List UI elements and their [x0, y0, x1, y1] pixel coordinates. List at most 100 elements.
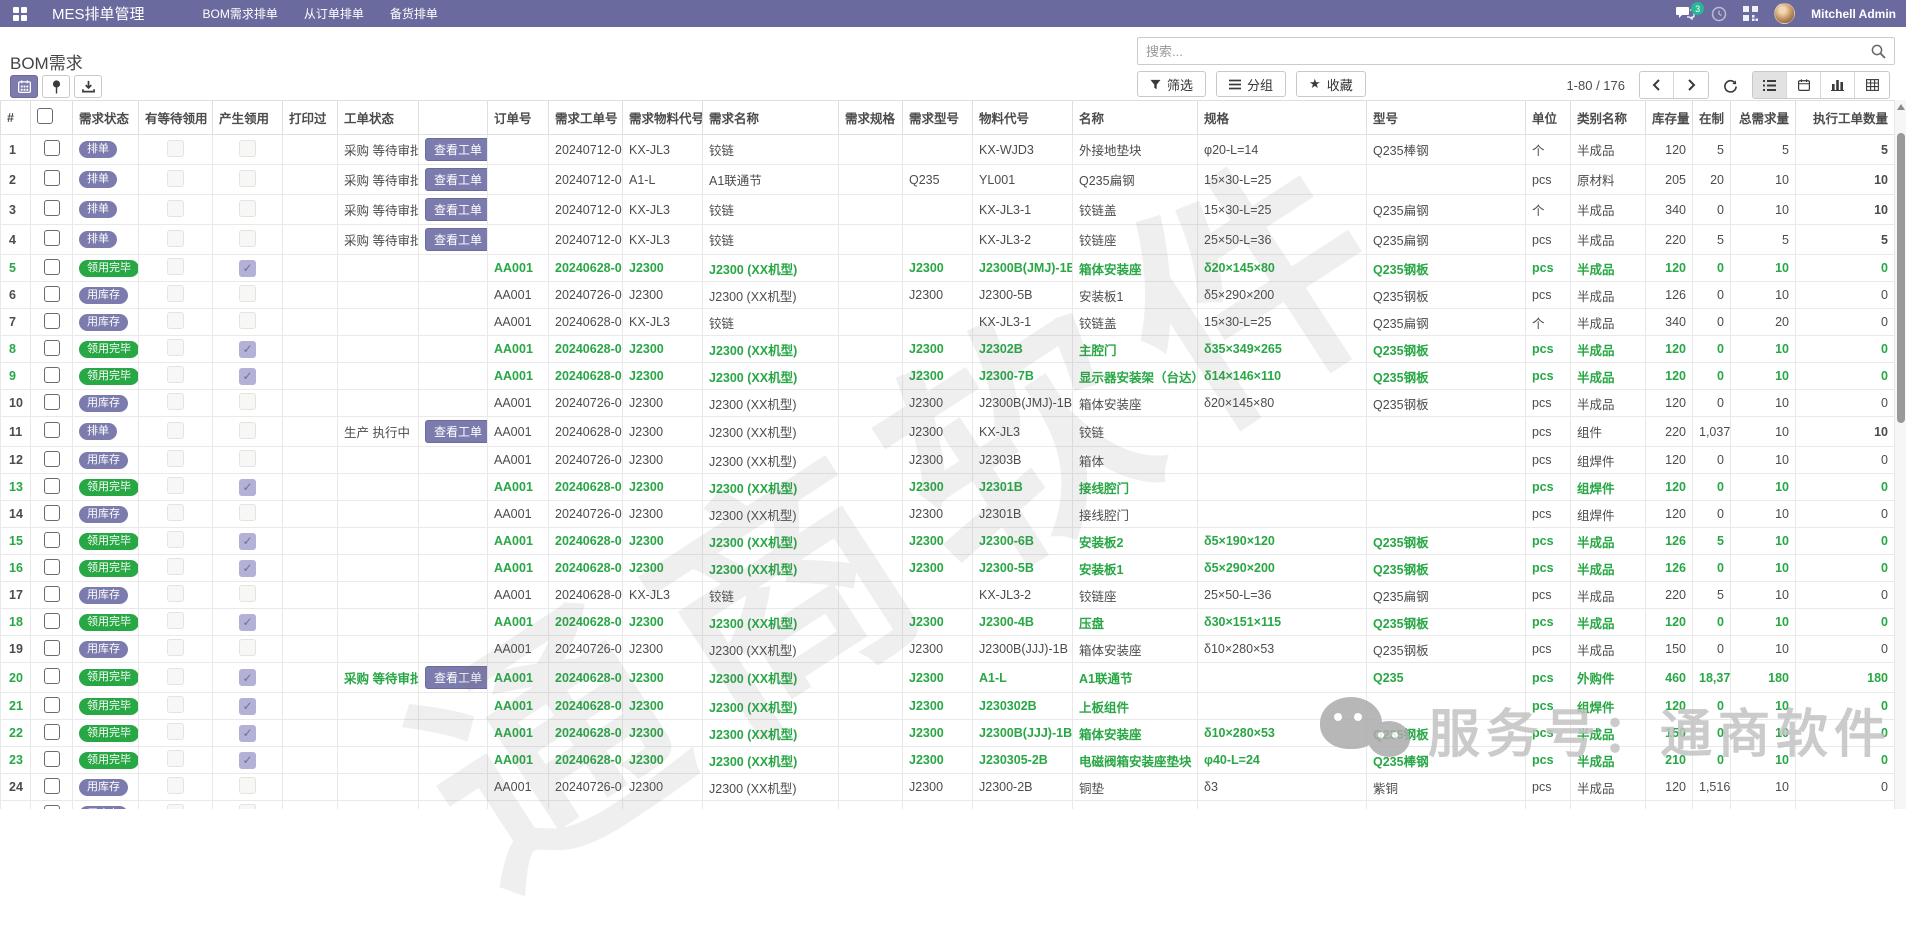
waiting-pick-checkbox[interactable]: [167, 504, 184, 521]
waiting-pick-checkbox[interactable]: [167, 200, 184, 217]
col-header-wo-status[interactable]: 工单状态: [338, 101, 419, 135]
col-header-need-spec[interactable]: 需求规格: [839, 101, 903, 135]
waiting-pick-checkbox[interactable]: [167, 639, 184, 656]
gen-pick-checkbox[interactable]: ✓: [239, 260, 256, 277]
col-header-total-demand[interactable]: 总需求量: [1731, 101, 1796, 135]
row-checkbox[interactable]: [44, 613, 60, 629]
row-checkbox[interactable]: [44, 340, 60, 356]
gen-pick-checkbox[interactable]: [239, 450, 256, 467]
search-input[interactable]: [1138, 44, 1871, 59]
qr-menu-button[interactable]: [1743, 6, 1758, 21]
row-checkbox[interactable]: [44, 367, 60, 383]
col-header-need-model[interactable]: 需求型号: [903, 101, 973, 135]
col-header-category[interactable]: 类别名称: [1571, 101, 1646, 135]
col-header-unit[interactable]: 单位: [1526, 101, 1571, 135]
waiting-pick-checkbox[interactable]: [167, 230, 184, 247]
gen-pick-checkbox[interactable]: ✓: [239, 341, 256, 358]
col-header-view-wo[interactable]: [419, 101, 488, 135]
pin-button[interactable]: [42, 75, 70, 98]
vertical-scrollbar[interactable]: [1894, 100, 1906, 809]
row-checkbox[interactable]: [44, 805, 60, 810]
pivot-view-button[interactable]: [1855, 72, 1889, 98]
view-workorder-button[interactable]: 查看工单: [425, 138, 488, 161]
waiting-pick-checkbox[interactable]: [167, 258, 184, 275]
view-workorder-button[interactable]: 查看工单: [425, 168, 488, 191]
gen-pick-checkbox[interactable]: ✓: [239, 669, 256, 686]
col-header-name[interactable]: 名称: [1073, 101, 1198, 135]
gen-pick-checkbox[interactable]: [239, 393, 256, 410]
waiting-pick-checkbox[interactable]: [167, 140, 184, 157]
filter-button[interactable]: 筛选: [1137, 71, 1206, 97]
waiting-pick-checkbox[interactable]: [167, 312, 184, 329]
view-workorder-button[interactable]: 查看工单: [425, 228, 488, 251]
gen-pick-checkbox[interactable]: [239, 804, 256, 809]
gen-pick-checkbox[interactable]: [239, 230, 256, 247]
user-menu[interactable]: [1774, 3, 1795, 24]
apps-grid-icon[interactable]: [0, 0, 40, 27]
row-checkbox[interactable]: [44, 286, 60, 302]
row-checkbox[interactable]: [44, 505, 60, 521]
row-checkbox[interactable]: [44, 200, 60, 216]
waiting-pick-checkbox[interactable]: [167, 777, 184, 794]
scrollbar-thumb[interactable]: [1897, 133, 1905, 423]
row-checkbox[interactable]: [44, 640, 60, 656]
waiting-pick-checkbox[interactable]: [167, 422, 184, 439]
col-header-exec-wo-qty[interactable]: 执行工单数量: [1796, 101, 1895, 135]
waiting-pick-checkbox[interactable]: [167, 285, 184, 302]
menu-item-bom[interactable]: BOM需求排单: [203, 5, 278, 22]
refresh-button[interactable]: [1723, 78, 1738, 93]
search-icon[interactable]: [1871, 44, 1886, 59]
col-header-index[interactable]: #: [1, 101, 31, 135]
row-checkbox[interactable]: [44, 697, 60, 713]
row-checkbox[interactable]: [44, 724, 60, 740]
col-header-select[interactable]: [31, 101, 73, 135]
col-header-has-waiting-pick[interactable]: 有等待领用: [139, 101, 213, 135]
col-header-need-name[interactable]: 需求名称: [703, 101, 839, 135]
gen-pick-checkbox[interactable]: [239, 200, 256, 217]
waiting-pick-checkbox[interactable]: [167, 339, 184, 356]
row-checkbox[interactable]: [44, 559, 60, 575]
activity-clock-button[interactable]: [1711, 6, 1727, 22]
view-workorder-button[interactable]: 查看工单: [425, 420, 488, 443]
view-workorder-button[interactable]: 查看工单: [425, 666, 488, 689]
col-header-printed[interactable]: 打印过: [283, 101, 338, 135]
row-checkbox[interactable]: [44, 394, 60, 410]
waiting-pick-checkbox[interactable]: [167, 450, 184, 467]
col-header-gen-pick[interactable]: 产生领用: [213, 101, 283, 135]
waiting-pick-checkbox[interactable]: [167, 804, 184, 809]
waiting-pick-checkbox[interactable]: [167, 393, 184, 410]
col-header-need-mat-code[interactable]: 需求物料代号: [623, 101, 703, 135]
row-checkbox[interactable]: [44, 422, 60, 438]
gen-pick-checkbox[interactable]: ✓: [239, 560, 256, 577]
chart-view-button[interactable]: [1821, 72, 1855, 98]
row-checkbox[interactable]: [44, 259, 60, 275]
gen-pick-checkbox[interactable]: [239, 777, 256, 794]
gen-pick-checkbox[interactable]: ✓: [239, 368, 256, 385]
col-header-need-status[interactable]: 需求状态: [73, 101, 139, 135]
gen-pick-checkbox[interactable]: [239, 170, 256, 187]
menu-item-stockup[interactable]: 备货排单: [390, 5, 438, 22]
group-by-button[interactable]: 分组: [1216, 71, 1286, 97]
row-checkbox[interactable]: [44, 778, 60, 794]
col-header-spec[interactable]: 规格: [1198, 101, 1367, 135]
waiting-pick-checkbox[interactable]: [167, 696, 184, 713]
gen-pick-checkbox[interactable]: ✓: [239, 614, 256, 631]
col-header-wip[interactable]: 在制: [1693, 101, 1731, 135]
waiting-pick-checkbox[interactable]: [167, 531, 184, 548]
calendar-button[interactable]: [10, 75, 38, 98]
col-header-model[interactable]: 型号: [1367, 101, 1526, 135]
download-button[interactable]: [74, 75, 102, 98]
col-header-mat-code[interactable]: 物料代号: [973, 101, 1073, 135]
col-header-stock[interactable]: 库存量: [1646, 101, 1693, 135]
favorites-button[interactable]: ★ 收藏: [1296, 71, 1366, 97]
waiting-pick-checkbox[interactable]: [167, 612, 184, 629]
waiting-pick-checkbox[interactable]: [167, 170, 184, 187]
view-workorder-button[interactable]: 查看工单: [425, 198, 488, 221]
gen-pick-checkbox[interactable]: [239, 285, 256, 302]
waiting-pick-checkbox[interactable]: [167, 668, 184, 685]
row-checkbox[interactable]: [44, 668, 60, 684]
gen-pick-checkbox[interactable]: ✓: [239, 479, 256, 496]
gen-pick-checkbox[interactable]: [239, 312, 256, 329]
col-header-need-wo-no[interactable]: 需求工单号: [549, 101, 623, 135]
row-checkbox[interactable]: [44, 140, 60, 156]
